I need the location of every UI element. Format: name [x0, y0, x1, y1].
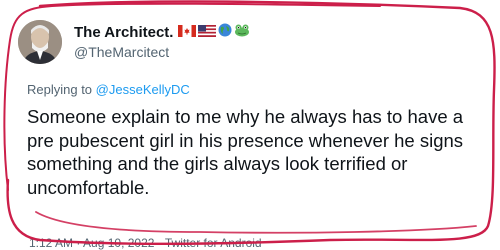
- usa-flag-icon: [198, 23, 217, 42]
- avatar[interactable]: [18, 20, 62, 64]
- reply-context: Replying to @JesseKellyDC: [27, 82, 190, 97]
- tweet-card: The Architect. @TheMarcitect Replying to…: [0, 0, 500, 250]
- tweet-body: Someone explain to me why he always has …: [27, 106, 464, 198]
- badge-group: [178, 23, 250, 42]
- author-block: The Architect. @TheMarcitect: [74, 23, 250, 61]
- globe-icon: [218, 23, 232, 42]
- canada-flag-icon: [178, 23, 197, 42]
- frog-icon: [234, 23, 250, 42]
- display-name[interactable]: The Architect.: [74, 24, 173, 42]
- user-handle[interactable]: @TheMarcitect: [74, 44, 250, 61]
- author-name-row: The Architect.: [74, 23, 250, 42]
- avatar-portrait-icon: [18, 20, 62, 64]
- tweet-header: The Architect. @TheMarcitect: [18, 20, 250, 64]
- reply-prefix: Replying to: [27, 82, 93, 97]
- reply-to-link[interactable]: @JesseKellyDC: [96, 82, 190, 97]
